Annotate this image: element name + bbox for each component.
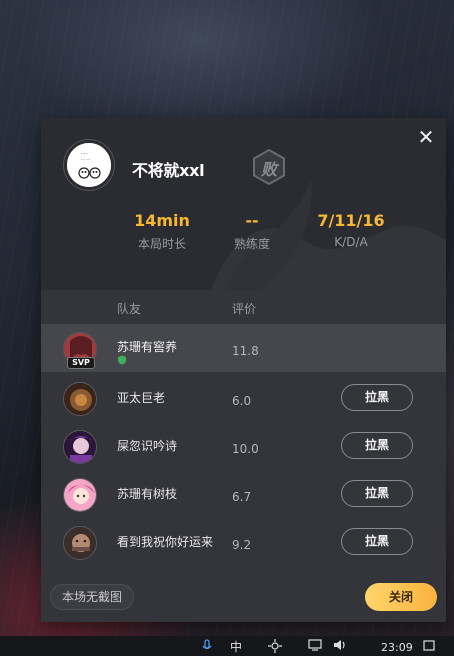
teammate-row: SVP 苏珊有窖养 11.8 (41, 324, 446, 372)
no-screenshot-button[interactable]: 本场无截图 (50, 584, 134, 610)
svp-badge: SVP (67, 357, 95, 369)
taskbar: 中 23:09 (0, 636, 454, 656)
block-button[interactable]: 拉黑 (341, 480, 413, 507)
block-button[interactable]: 拉黑 (341, 432, 413, 459)
teammate-avatar (63, 526, 97, 560)
stat-duration: 14min 本局时长 (129, 210, 195, 252)
volume-icon[interactable] (333, 639, 347, 651)
match-result-dialog: ✕ -·-·- ··· ·-· 不将就xxl 败 14min 本局时长 -- 熟… (41, 118, 446, 622)
display-icon[interactable] (308, 639, 322, 651)
teammate-score: 6.0 (232, 394, 252, 408)
settings-icon[interactable] (268, 639, 282, 653)
teammate-row: 屎忽识吟诗 10.0 拉黑 (41, 422, 446, 470)
teammate-avatar (63, 382, 97, 416)
player-avatar: -·-·- ··· ·-· (64, 140, 114, 190)
player-name: 不将就xxl (132, 161, 205, 180)
teammate-row: 苏珊有树枝 6.7 拉黑 (41, 470, 446, 518)
shield-icon (118, 355, 126, 365)
microphone-icon[interactable] (202, 639, 212, 653)
block-button[interactable]: 拉黑 (341, 528, 413, 555)
teammate-name: 亚太巨老 (117, 391, 166, 405)
teammate-row: 看到我祝你好运来 9.2 拉黑 (41, 518, 446, 566)
proficiency-value: -- (245, 211, 259, 230)
teammate-avatar (63, 430, 97, 464)
teammate-name: 苏珊有树枝 (117, 487, 178, 501)
svg-text:··· ·-·: ··· ·-· (81, 157, 90, 162)
kda-label: K/D/A (334, 235, 368, 249)
stat-proficiency: -- 熟练度 (227, 210, 277, 252)
duration-value: 14min (134, 211, 190, 230)
block-button[interactable]: 拉黑 (341, 384, 413, 411)
teammate-row: 亚太巨老 6.0 拉黑 (41, 374, 446, 422)
teammate-score: 6.7 (232, 490, 252, 504)
column-header-team: 队友 (117, 302, 142, 316)
ime-indicator[interactable]: 中 (230, 638, 242, 655)
defeat-badge: 败 (250, 148, 288, 186)
column-header-rating: 评价 (232, 302, 257, 316)
svg-text:-·-·-: -·-·- (81, 151, 88, 156)
duration-label: 本局时长 (137, 237, 186, 251)
teammate-avatar (63, 478, 97, 512)
result-text: 败 (260, 160, 277, 179)
teammate-name: 苏珊有窖养 (117, 340, 178, 354)
proficiency-label: 熟练度 (233, 237, 270, 251)
clock-time: 23:09 (381, 641, 413, 654)
teammate-name: 看到我祝你好运来 (117, 535, 214, 549)
close-button[interactable]: 关闭 (365, 583, 437, 611)
teammate-score: 11.8 (232, 344, 259, 358)
teammate-name: 屎忽识吟诗 (117, 439, 178, 453)
teammate-score: 10.0 (232, 442, 259, 456)
dialog-header: ✕ -·-·- ··· ·-· 不将就xxl 败 14min 本局时长 -- 熟… (41, 118, 446, 290)
teammate-score: 9.2 (232, 538, 252, 552)
stat-kda: 7/11/16 K/D/A (311, 210, 391, 249)
kda-value: 7/11/16 (317, 211, 385, 230)
notification-icon[interactable] (423, 640, 435, 652)
close-icon[interactable]: ✕ (417, 127, 435, 147)
